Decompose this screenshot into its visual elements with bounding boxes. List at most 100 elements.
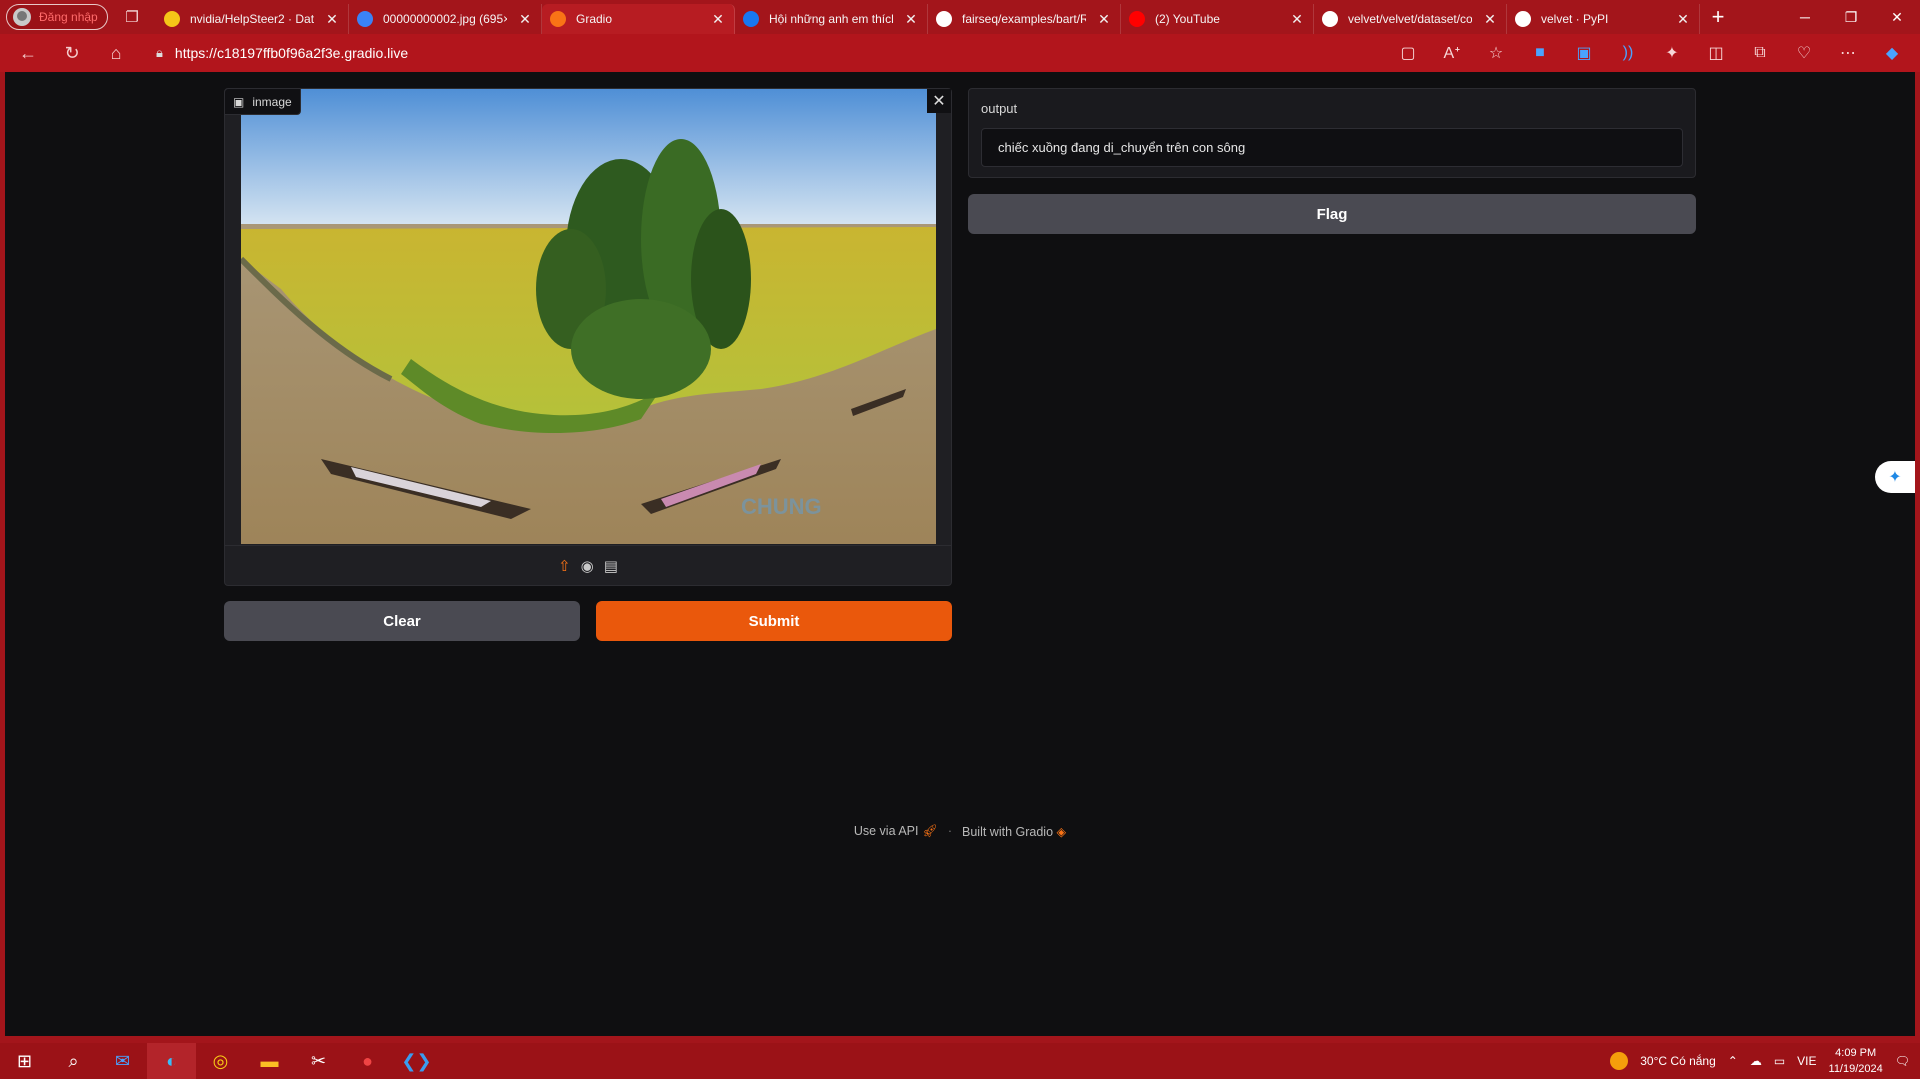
extension-badge-icon[interactable]: ■ <box>1518 44 1562 62</box>
browser-tab[interactable]: velvet · PyPI ✕ <box>1507 4 1700 34</box>
tab-title: Gradio <box>576 12 613 26</box>
profile-label: Đăng nhập <box>39 10 98 24</box>
app-available-icon[interactable]: ▢ <box>1386 43 1430 63</box>
close-tab-icon[interactable]: ✕ <box>1675 11 1691 28</box>
start-icon[interactable]: ⊞ <box>0 1043 49 1079</box>
search-icon[interactable]: ⌕ <box>49 1043 98 1079</box>
webcam-icon[interactable]: ◉ <box>581 557 594 575</box>
profile-button[interactable]: Đăng nhập <box>6 4 108 30</box>
notifications-icon[interactable]: 🗨︎ <box>1895 1054 1910 1068</box>
clipboard-icon[interactable]: ▤ <box>604 557 618 575</box>
mail-icon[interactable]: ✉ <box>98 1043 147 1079</box>
clock[interactable]: 4:09 PM 11/19/2024 <box>1829 1045 1883 1077</box>
output-label: output <box>981 101 1018 116</box>
vscode-icon[interactable]: ❮❯ <box>392 1043 441 1079</box>
upload-icon[interactable]: ⇧ <box>558 557 571 575</box>
avatar-icon <box>13 8 31 26</box>
gradio-logo-icon: ◈ <box>1056 825 1067 839</box>
browser-tab[interactable]: 00000000002.jpg (695×455) ✕ <box>349 4 542 34</box>
lock-icon: 🔒︎ <box>156 45 163 60</box>
chrome-icon[interactable]: ◎ <box>196 1043 245 1079</box>
use-via-api-text: Use via API <box>853 824 919 838</box>
image-input-block: CHUNG ▣ inmage ✕ ⇧ ◉ ▤ <box>224 88 952 586</box>
recorder-icon[interactable]: ● <box>343 1043 392 1079</box>
collections-icon[interactable]: ⧉ <box>1738 44 1782 62</box>
image-icon: ▣ <box>233 94 245 109</box>
browser-tab[interactable]: fairseq/examples/bart/README ✕ <box>928 4 1121 34</box>
url-text: https://c18197ffb0f96a2f3e.gradio.live <box>174 45 409 61</box>
close-tab-icon[interactable]: ✕ <box>710 11 726 28</box>
clock-time: 4:09 PM <box>1835 1047 1877 1059</box>
edge-icon[interactable]: ◐ <box>147 1043 196 1079</box>
browser-tab[interactable]: Gradio ✕ <box>542 4 735 34</box>
translate-icon[interactable]: ▣ <box>1562 43 1606 63</box>
uploaded-image: CHUNG <box>241 89 936 544</box>
window-border-right <box>1915 72 1920 1043</box>
edge-sidebar-assistant-icon[interactable]: ✦ <box>1875 461 1915 493</box>
back-icon[interactable]: ← <box>6 34 50 72</box>
weather-sun-icon[interactable] <box>1610 1052 1629 1070</box>
split-screen-icon[interactable]: ◫ <box>1694 43 1738 63</box>
snipping-tool-icon[interactable]: ✂ <box>294 1043 343 1079</box>
favorite-star-icon[interactable]: ☆ <box>1474 43 1518 63</box>
tab-actions-icon[interactable]: ❐ <box>108 8 156 26</box>
browser-tab-bar: Đăng nhập ❐ nvidia/HelpSteer2 · Datas ✕ 00… <box>0 0 1920 34</box>
image-label-text: inmage <box>252 94 292 109</box>
tab-title: velvet · PyPI <box>1541 12 1609 26</box>
browser-tab[interactable]: (2) YouTube ✕ <box>1121 4 1314 34</box>
river-photo: CHUNG <box>241 89 936 544</box>
browser-tab[interactable]: velvet/velvet/dataset/con ✕ <box>1314 4 1507 34</box>
facebook-icon <box>743 11 759 27</box>
file-explorer-icon[interactable]: ▬ <box>245 1043 294 1079</box>
gradio-icon <box>550 11 566 27</box>
use-via-api-link[interactable]: Use via API 🚀︎ <box>854 824 938 839</box>
home-icon[interactable]: ⌂ <box>94 34 138 72</box>
github-icon <box>936 11 952 27</box>
youtube-icon <box>1129 11 1145 27</box>
tab-title: Hội những anh em thích <box>769 12 893 26</box>
close-tab-icon[interactable]: ✕ <box>1289 11 1305 28</box>
more-icon[interactable]: ⋯ <box>1826 43 1870 63</box>
browser-tab[interactable]: Hội những anh em thích ✕ <box>735 4 928 34</box>
rocket-icon: 🚀︎ <box>921 824 938 838</box>
output-textbox[interactable]: chiếc xuồng đang di_chuyển trên con sông <box>981 128 1683 167</box>
tab-title: velvet/velvet/dataset/con <box>1348 12 1472 26</box>
minimize-icon[interactable]: ─ <box>1782 0 1828 34</box>
remove-image-button[interactable]: ✕ <box>927 89 951 113</box>
extensions-icon[interactable]: ✦ <box>1650 43 1694 63</box>
close-window-icon[interactable]: ✕ <box>1874 0 1920 34</box>
image-source-tools: ⇧ ◉ ▤ <box>225 545 951 585</box>
copilot-icon[interactable]: ◆ <box>1870 43 1914 63</box>
network-icon[interactable]: ▭ <box>1774 1054 1785 1068</box>
tray-chevron-icon[interactable]: ⌃ <box>1728 1054 1738 1068</box>
url-field[interactable]: 🔒︎ https://c18197ffb0f96a2f3e.gradio.liv… <box>148 38 1348 68</box>
close-tab-icon[interactable]: ✕ <box>903 11 919 28</box>
onedrive-icon[interactable]: ☁ <box>1750 1054 1762 1068</box>
gradio-page: CHUNG ▣ inmage ✕ ⇧ ◉ ▤ Clear Submit outp… <box>5 72 1915 1036</box>
github-icon <box>1322 11 1338 27</box>
tab-title: 00000000002.jpg (695×455) <box>383 12 507 26</box>
refresh-icon[interactable]: ↻ <box>50 34 94 72</box>
close-tab-icon[interactable]: ✕ <box>1096 11 1112 28</box>
address-bar: ← ↻ ⌂ 🔒︎ https://c18197ffb0f96a2f3e.grad… <box>0 34 1920 72</box>
weather-text[interactable]: 30°C Có nắng <box>1640 1054 1716 1068</box>
read-aloud-icon[interactable]: Aᐩ <box>1430 43 1474 63</box>
extensions-toolbar: ▢ Aᐩ ☆ ■ ▣ )) ✦ ◫ ⧉ ♡ ⋯ ◆ <box>1386 34 1914 72</box>
extension-sound-icon[interactable]: )) <box>1606 44 1650 62</box>
clock-date: 11/19/2024 <box>1828 1063 1883 1075</box>
browser-essentials-icon[interactable]: ♡ <box>1782 43 1826 63</box>
built-with-gradio-link[interactable]: Built with Gradio ◈ <box>962 824 1066 839</box>
close-tab-icon[interactable]: ✕ <box>324 11 340 28</box>
flag-button[interactable]: Flag <box>968 194 1696 234</box>
restore-icon[interactable]: ❐ <box>1828 0 1874 34</box>
new-tab-button[interactable]: + <box>1700 4 1736 30</box>
image-label: ▣ inmage <box>225 89 301 115</box>
close-tab-icon[interactable]: ✕ <box>517 11 533 28</box>
submit-button[interactable]: Submit <box>596 601 952 641</box>
taskbar: ⊞ ⌕ ✉ ◐ ◎ ▬ ✂ ● ❮❯ 30°C Có nắng ⌃ ☁ ▭ VI… <box>0 1043 1920 1079</box>
clear-button[interactable]: Clear <box>224 601 580 641</box>
close-tab-icon[interactable]: ✕ <box>1482 11 1498 28</box>
browser-tab[interactable]: nvidia/HelpSteer2 · Datas ✕ <box>156 4 349 34</box>
window-controls: ─ ❐ ✕ <box>1782 0 1920 34</box>
language-indicator[interactable]: VIE <box>1797 1054 1816 1068</box>
